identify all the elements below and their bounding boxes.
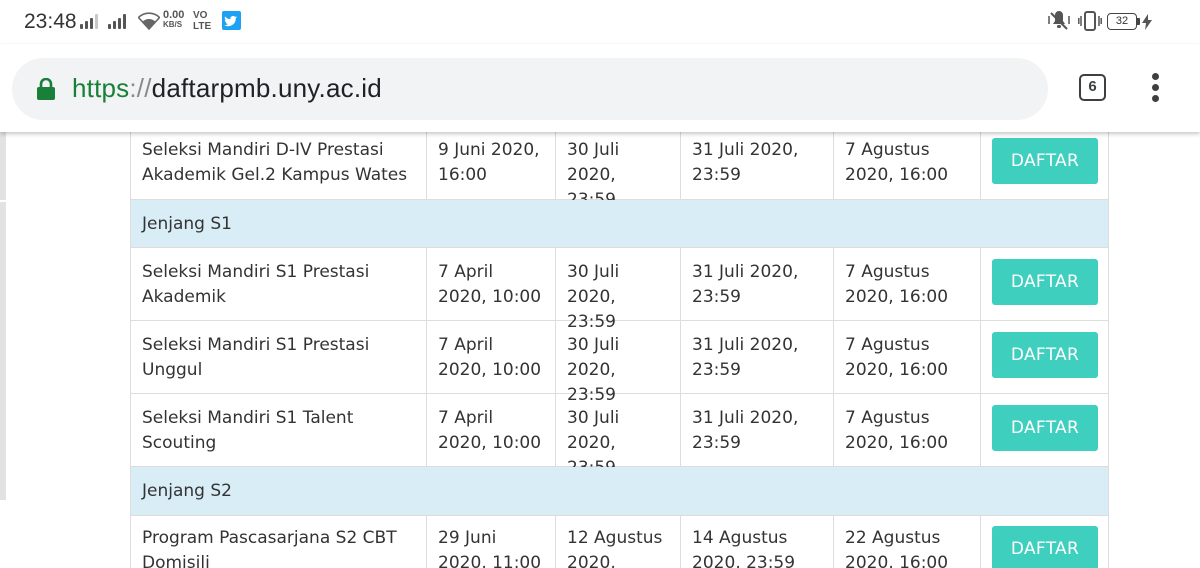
registration-open-cell: 7 April 2020, 10:00 [427,248,556,320]
url-text[interactable]: https://daftarpmb.uny.ac.id [72,73,382,104]
action-cell: DAFTAR [981,248,1108,320]
announcement-cell: 7 Agustus 2020, 16:00 [834,394,981,466]
action-cell: DAFTAR [981,516,1108,568]
payment-deadline-cell: 31 Juli 2020, 23:59 [681,248,834,320]
category-row: Jenjang S2 [130,467,1109,516]
table-row: Seleksi Mandiri S1 Prestasi Akademik 7 A… [130,248,1109,332]
action-cell: DAFTAR [981,132,1108,199]
battery-icon: 32 [1107,13,1137,30]
announcement-cell: 22 Agustus 2020, 16:00 [834,516,981,568]
status-bar: 23:48 0.00 KB/S VO LTE 32 [0,0,1200,44]
vibrate-icon [1078,11,1102,31]
payment-deadline-cell: 14 Agustus 2020, 23:59 [681,516,834,568]
signal-strength-icon [108,13,130,29]
page-edge [0,202,6,500]
daftar-button[interactable]: DAFTAR [992,405,1098,451]
payment-deadline-cell: 31 Juli 2020, 23:59 [681,321,834,393]
payment-deadline-cell: 31 Juli 2020, 23:59 [681,394,834,466]
program-name-cell: Program Pascasarjana S2 CBT Domisili [131,516,427,568]
announcement-cell: 7 Agustus 2020, 16:00 [834,132,981,199]
lock-icon [37,78,55,100]
address-bar[interactable]: https://daftarpmb.uny.ac.id [12,58,1048,120]
battery-tip [1137,18,1140,25]
program-name-cell: Seleksi Mandiri S1 Prestasi Akademik [131,248,427,320]
daftar-button[interactable]: DAFTAR [992,138,1098,184]
table-row: Seleksi Mandiri S1 Prestasi Unggul 7 Apr… [130,321,1109,405]
table-row: Seleksi Mandiri D-IV Prestasi Akademik G… [130,132,1109,210]
table-row: Program Pascasarjana S2 CBT Domisili 29 … [130,516,1109,568]
registration-open-cell: 9 Juni 2020, 16:00 [427,132,556,199]
daftar-button[interactable]: DAFTAR [992,259,1098,305]
program-name-cell: Seleksi Mandiri D-IV Prestasi Akademik G… [131,132,427,199]
signal-strength-icon [80,13,102,29]
mute-vibrate-icon [1048,11,1070,30]
registration-close-cell: 30 Juli 2020, 23:59 [556,321,681,405]
table-row: Seleksi Mandiri S1 Talent Scouting 7 Apr… [130,394,1109,478]
registration-close-cell: 12 Agustus 2020, 23:59 [556,516,681,568]
announcement-cell: 7 Agustus 2020, 16:00 [834,248,981,320]
browser-toolbar: https://daftarpmb.uny.ac.id 6 [0,44,1200,132]
registration-close-cell: 30 Juli 2020, 23:59 [556,132,681,210]
registration-open-cell: 29 Juni 2020, 11:00 [427,516,556,568]
status-time: 23:48 [24,10,77,33]
registration-close-cell: 30 Juli 2020, 23:59 [556,248,681,332]
payment-deadline-cell: 31 Juli 2020, 23:59 [681,132,834,199]
category-label: Jenjang S2 [142,481,232,501]
more-menu-button[interactable] [1146,73,1166,103]
tab-switcher-button[interactable]: 6 [1079,74,1106,101]
action-cell: DAFTAR [981,321,1108,393]
charging-icon [1142,14,1152,30]
announcement-cell: 7 Agustus 2020, 16:00 [834,321,981,393]
registration-close-cell: 30 Juli 2020, 23:59 [556,394,681,478]
registration-open-cell: 7 April 2020, 10:00 [427,394,556,466]
daftar-button[interactable]: DAFTAR [992,332,1098,378]
volte-indicator: VO LTE [193,10,212,32]
program-name-cell: Seleksi Mandiri S1 Prestasi Unggul [131,321,427,393]
twitter-notification-icon [222,11,241,30]
category-row: Jenjang S1 [130,200,1109,248]
daftar-button[interactable]: DAFTAR [992,526,1098,568]
network-speed: 0.00 KB/S [163,9,185,30]
action-cell: DAFTAR [981,394,1108,466]
wifi-icon [138,12,160,30]
registration-open-cell: 7 April 2020, 10:00 [427,321,556,393]
category-label: Jenjang S1 [142,214,232,234]
program-name-cell: Seleksi Mandiri S1 Talent Scouting [131,394,427,466]
